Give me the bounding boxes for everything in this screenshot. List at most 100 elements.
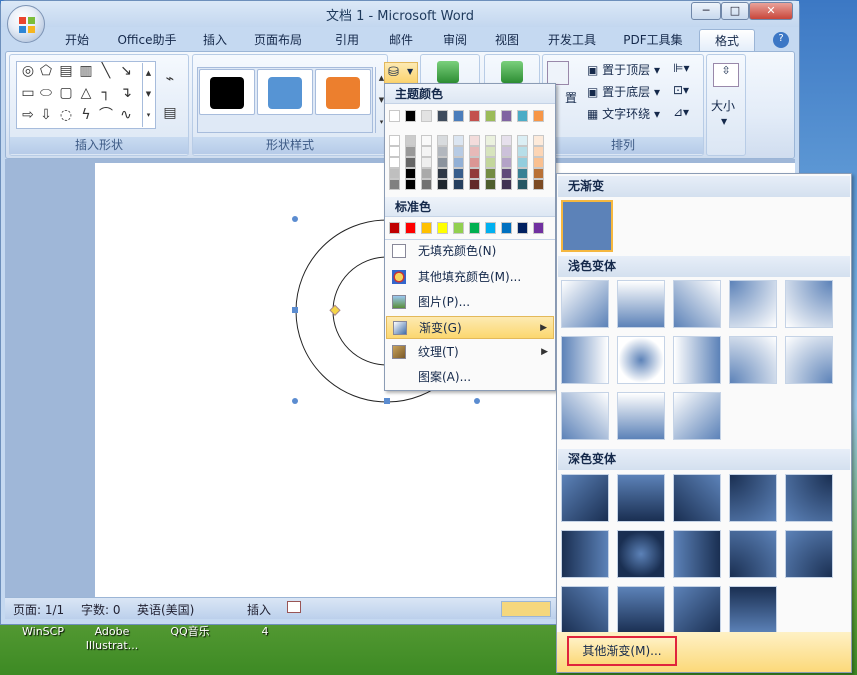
elbow-arrow-icon[interactable]: ↴ bbox=[118, 85, 134, 101]
tab-office-assistant[interactable]: Office助手 bbox=[107, 29, 187, 51]
theme-color-swatch[interactable] bbox=[405, 157, 416, 168]
theme-color-swatch[interactable] bbox=[533, 110, 544, 122]
gradient-variant-swatch[interactable] bbox=[561, 336, 609, 384]
right-arrow-shape-icon[interactable]: ⇨ bbox=[20, 107, 36, 123]
size-button[interactable]: 大小 bbox=[711, 97, 735, 115]
position-icon[interactable] bbox=[547, 61, 569, 85]
theme-color-swatch[interactable] bbox=[405, 135, 416, 146]
gradient-variant-swatch[interactable] bbox=[561, 530, 609, 578]
bring-to-front-button[interactable]: ▣ 置于顶层 ▾ bbox=[587, 61, 660, 79]
theme-color-swatch[interactable] bbox=[485, 157, 496, 168]
theme-color-swatch[interactable] bbox=[389, 179, 400, 190]
edit-shape-icon[interactable]: ⌁ bbox=[162, 71, 178, 87]
theme-color-swatch[interactable] bbox=[517, 135, 528, 146]
gradient-variant-swatch[interactable] bbox=[673, 392, 721, 440]
theme-color-swatch[interactable] bbox=[501, 146, 512, 157]
arrow-line-shape-icon[interactable]: ↘ bbox=[118, 63, 134, 79]
gradient-variant-swatch[interactable] bbox=[729, 530, 777, 578]
theme-color-swatch[interactable] bbox=[437, 179, 448, 190]
textbox-shape-icon[interactable]: ▤ bbox=[58, 63, 74, 79]
theme-color-swatch[interactable] bbox=[517, 168, 528, 179]
theme-color-swatch[interactable] bbox=[485, 168, 496, 179]
gradient-variant-swatch[interactable] bbox=[617, 280, 665, 328]
theme-color-swatch[interactable] bbox=[517, 157, 528, 168]
gradient-variant-swatch[interactable] bbox=[785, 336, 833, 384]
callout-shape-icon[interactable]: ◌ bbox=[58, 107, 74, 123]
theme-color-swatch[interactable] bbox=[501, 179, 512, 190]
theme-color-swatch[interactable] bbox=[485, 179, 496, 190]
standard-color-swatch[interactable] bbox=[469, 222, 480, 234]
align-icon[interactable]: ⊫▾ bbox=[673, 61, 689, 75]
standard-color-swatch[interactable] bbox=[437, 222, 448, 234]
gradient-variant-swatch[interactable] bbox=[729, 336, 777, 384]
theme-color-swatch[interactable] bbox=[469, 146, 480, 157]
gradient-variant-swatch[interactable] bbox=[673, 474, 721, 522]
gradient-variant-swatch[interactable] bbox=[561, 392, 609, 440]
tab-format[interactable]: 格式 bbox=[699, 29, 755, 51]
curve-shape-icon[interactable]: ∿ bbox=[118, 107, 134, 123]
gradient-variant-swatch[interactable] bbox=[561, 474, 609, 522]
theme-color-swatch[interactable] bbox=[405, 146, 416, 157]
pattern-fill-item[interactable]: 图案(A)... bbox=[386, 366, 554, 389]
gradient-variant-swatch[interactable] bbox=[785, 280, 833, 328]
tab-developer[interactable]: 开发工具 bbox=[539, 29, 605, 51]
shape-fill-button[interactable]: ⛁ ▼ bbox=[384, 62, 418, 84]
no-gradient-option[interactable] bbox=[561, 200, 613, 252]
theme-color-swatch[interactable] bbox=[421, 179, 432, 190]
standard-color-swatch[interactable] bbox=[405, 222, 416, 234]
theme-color-swatch[interactable] bbox=[453, 135, 464, 146]
macro-record-icon[interactable] bbox=[287, 601, 301, 613]
send-to-back-button[interactable]: ▣ 置于底层 ▾ bbox=[587, 83, 660, 101]
rounded-rect-shape-icon[interactable]: ▢ bbox=[58, 85, 74, 101]
office-button[interactable] bbox=[7, 5, 45, 43]
down-arrow-shape-icon[interactable]: ⇩ bbox=[38, 107, 54, 123]
close-button[interactable]: ✕ bbox=[749, 2, 793, 20]
theme-color-swatch[interactable] bbox=[485, 110, 496, 122]
3d-effects-icon[interactable] bbox=[501, 61, 523, 83]
theme-color-swatch[interactable] bbox=[501, 168, 512, 179]
theme-color-swatch[interactable] bbox=[421, 110, 432, 122]
gradient-variant-swatch[interactable] bbox=[673, 280, 721, 328]
standard-color-swatch[interactable] bbox=[517, 222, 528, 234]
desktop-icon-qqmusic[interactable]: QQ音乐 bbox=[155, 625, 225, 639]
oval-shape-icon[interactable]: ◎ bbox=[20, 63, 36, 79]
theme-color-swatch[interactable] bbox=[517, 146, 528, 157]
theme-color-swatch[interactable] bbox=[453, 179, 464, 190]
tab-home[interactable]: 开始 bbox=[53, 29, 101, 51]
no-fill-item[interactable]: 无填充颜色(N) bbox=[386, 240, 554, 263]
view-buttons[interactable] bbox=[501, 601, 551, 617]
theme-color-swatch[interactable] bbox=[533, 146, 544, 157]
theme-color-swatch[interactable] bbox=[437, 157, 448, 168]
position-label[interactable]: 置 bbox=[565, 89, 577, 107]
theme-color-swatch[interactable] bbox=[437, 110, 448, 122]
gradient-variant-swatch[interactable] bbox=[673, 530, 721, 578]
gradient-variant-swatch[interactable] bbox=[673, 586, 721, 634]
theme-color-swatch[interactable] bbox=[501, 110, 512, 122]
standard-color-swatch[interactable] bbox=[533, 222, 544, 234]
more-fill-colors-item[interactable]: 其他填充颜色(M)... bbox=[386, 266, 554, 289]
theme-color-swatch[interactable] bbox=[453, 110, 464, 122]
triangle-shape-icon[interactable]: △ bbox=[78, 85, 94, 101]
theme-color-swatch[interactable] bbox=[533, 157, 544, 168]
theme-color-swatch[interactable] bbox=[389, 135, 400, 146]
tab-pdf-tools[interactable]: PDF工具集 bbox=[615, 29, 691, 51]
standard-color-swatch[interactable] bbox=[501, 222, 512, 234]
gradient-variant-swatch[interactable] bbox=[785, 530, 833, 578]
theme-color-swatch[interactable] bbox=[469, 110, 480, 122]
standard-color-swatch[interactable] bbox=[421, 222, 432, 234]
theme-color-swatch[interactable] bbox=[469, 135, 480, 146]
tab-review[interactable]: 审阅 bbox=[433, 29, 477, 51]
gradient-variant-swatch[interactable] bbox=[617, 336, 665, 384]
gradient-variant-swatch[interactable] bbox=[617, 586, 665, 634]
arc-shape-icon[interactable]: ⌒ bbox=[98, 107, 114, 123]
theme-color-swatch[interactable] bbox=[533, 179, 544, 190]
group-objects-icon[interactable]: ⊡▾ bbox=[673, 83, 689, 97]
theme-color-swatch[interactable] bbox=[437, 135, 448, 146]
theme-color-swatch[interactable] bbox=[405, 110, 416, 122]
theme-color-swatch[interactable] bbox=[485, 146, 496, 157]
gradient-variant-swatch[interactable] bbox=[729, 586, 777, 634]
rect-shape-icon[interactable]: ▭ bbox=[20, 85, 36, 101]
rotate-icon[interactable]: ⊿▾ bbox=[673, 105, 689, 119]
picture-fill-item[interactable]: 图片(P)... bbox=[386, 291, 554, 314]
theme-color-swatch[interactable] bbox=[421, 146, 432, 157]
